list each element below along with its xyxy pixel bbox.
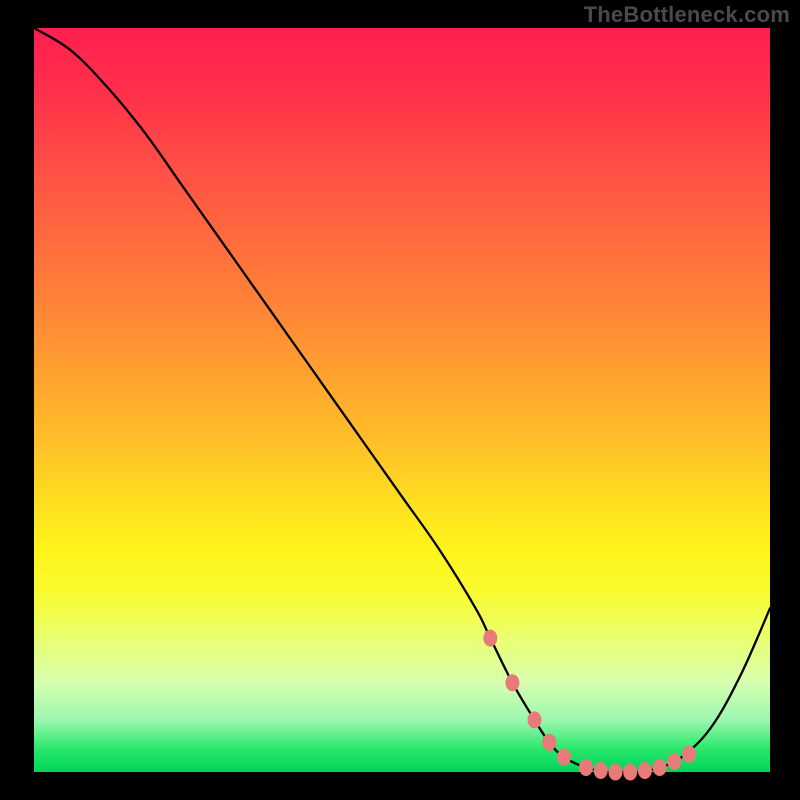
bottleneck-curve (34, 28, 770, 772)
watermark-text: TheBottleneck.com (584, 2, 790, 28)
marker-dot (542, 734, 556, 751)
curve-layer (34, 28, 770, 772)
chart-frame: TheBottleneck.com (0, 0, 800, 800)
trough-markers (483, 630, 696, 781)
marker-dot (623, 764, 637, 781)
marker-dot (682, 746, 696, 763)
marker-dot (608, 764, 622, 781)
marker-dot (653, 759, 667, 776)
marker-dot (638, 762, 652, 779)
marker-dot (527, 711, 541, 728)
marker-dot (667, 753, 681, 770)
marker-dot (505, 674, 519, 691)
marker-dot (594, 762, 608, 779)
marker-dot (483, 630, 497, 647)
marker-dot (579, 759, 593, 776)
marker-dot (557, 749, 571, 766)
